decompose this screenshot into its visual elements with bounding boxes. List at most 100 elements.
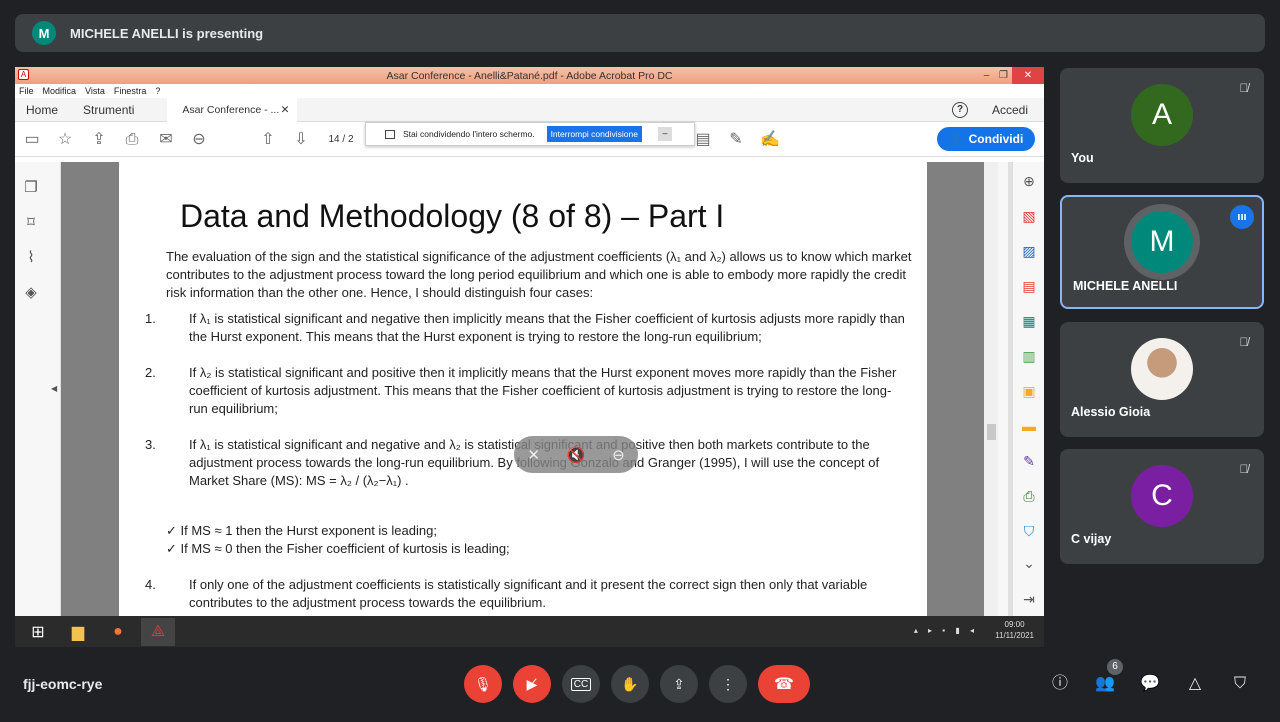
pdf-page: Data and Methodology (8 of 8) – Part I T…: [119, 162, 927, 616]
attachment-icon[interactable]: ⌇: [22, 249, 40, 267]
export-pdf-icon[interactable]: ▨: [1020, 242, 1038, 260]
activities-icon[interactable]: △: [1184, 673, 1206, 695]
case-4: 4. If only one of the adjustment coeffici…: [145, 576, 907, 612]
slide-intro: The evaluation of the sign and the stati…: [166, 249, 912, 300]
chat-icon[interactable]: 💬: [1139, 673, 1161, 695]
share-button[interactable]: 👤 Condividi: [937, 127, 1035, 151]
help-icon[interactable]: ?: [952, 102, 968, 118]
menu-vista[interactable]: Vista: [85, 86, 105, 96]
protect-icon[interactable]: ⛉: [1020, 522, 1038, 540]
menu-help[interactable]: ?: [155, 86, 160, 96]
camera-toggle-button[interactable]: ▶̸: [513, 665, 551, 703]
acrobat-titlebar: A Asar Conference - Anelli&Patané.pdf - …: [15, 67, 1044, 84]
raise-hand-button[interactable]: ✋: [611, 665, 649, 703]
create-pdf-icon[interactable]: ▧: [1020, 207, 1038, 225]
more-tools-icon[interactable]: ⌄: [1020, 554, 1038, 572]
present-button[interactable]: ⇪: [660, 665, 698, 703]
comment-icon[interactable]: ▤: [694, 131, 712, 149]
avatar: C: [1131, 465, 1193, 527]
mic-off-icon: 🎙̸: [1239, 81, 1249, 95]
zoom-icon[interactable]: ⊕: [1020, 172, 1038, 190]
more-options-button[interactable]: ⋮: [709, 665, 747, 703]
tab-close-icon[interactable]: ✕: [281, 104, 290, 116]
expand-icon[interactable]: ⇥: [1020, 590, 1038, 608]
participant-tile-alessio[interactable]: 🎙̸ Alessio Gioia: [1060, 322, 1264, 437]
file-explorer-icon[interactable]: ▆: [61, 618, 95, 646]
print-icon[interactable]: ⎙: [123, 131, 141, 149]
case-1-text: If λ₁ is statistical significant and neg…: [189, 311, 905, 344]
host-controls-icon[interactable]: ⛉: [1229, 673, 1251, 695]
menu-finestra[interactable]: Finestra: [114, 86, 147, 96]
send-icon[interactable]: ▣: [1020, 382, 1038, 400]
page-up-icon[interactable]: ⇧: [259, 131, 277, 149]
mail-icon[interactable]: ✉: [157, 131, 175, 149]
zoom-out-icon[interactable]: ⊖: [190, 131, 208, 149]
avatar: M: [1131, 211, 1193, 273]
check-1: ✓ If MS ≈ 1 then the Hurst exponent is l…: [166, 523, 437, 538]
mute-audio-icon[interactable]: 🔇: [567, 446, 586, 464]
windows-start-icon[interactable]: ⊞: [21, 618, 55, 646]
tab-document[interactable]: Asar Conference - ... ✕: [167, 97, 298, 122]
menu-modifica[interactable]: Modifica: [43, 86, 77, 96]
acrobat-toolbar: ▭ ☆ ⇪ ⎙ ✉ ⊖ ⇧ ⇩ 14 / 2 Stai condividendo…: [15, 122, 1044, 157]
leave-call-button[interactable]: ☎: [758, 665, 810, 703]
scan-icon[interactable]: ▥: [1020, 347, 1038, 365]
stop-sharing-button[interactable]: Interrompi condivisione: [546, 126, 642, 142]
slide-title: Data and Methodology (8 of 8) – Part I: [180, 198, 725, 234]
windows-taskbar: ⊞ ▆ ● ⟁ ▴ ▸ ▪ ▮ ◂ 09:00 11/11/2021: [15, 616, 1044, 647]
right-collapse-strip: [998, 162, 1008, 616]
clock-date: 11/11/2021: [995, 631, 1034, 640]
taskbar-clock: 09:00 11/11/2021: [995, 619, 1034, 641]
case-4-text: If only one of the adjustment coefficien…: [189, 577, 868, 610]
close-icon[interactable]: ✕: [1012, 67, 1044, 84]
pdf-viewport[interactable]: Data and Methodology (8 of 8) – Part I T…: [61, 162, 984, 616]
page-down-icon[interactable]: ⇩: [292, 131, 310, 149]
tab-home[interactable]: Home: [26, 103, 58, 117]
banner-text: Stai condividendo l'intero schermo.: [403, 129, 535, 139]
mute-mic-icon[interactable]: ✕: [527, 446, 540, 464]
minimize-icon[interactable]: –: [978, 67, 995, 84]
captions-button[interactable]: CC: [562, 665, 600, 703]
menu-bar: File Modifica Vista Finestra ?: [15, 84, 1044, 98]
upload-icon[interactable]: ⇪: [90, 131, 108, 149]
firefox-icon[interactable]: ●: [101, 618, 135, 646]
present-icon: ⇪: [673, 675, 685, 692]
print-production-icon[interactable]: ⎙: [1020, 487, 1038, 505]
scroll-thumb[interactable]: [987, 424, 996, 440]
participant-name: C vijay: [1071, 532, 1112, 546]
more-vert-icon: ⋮: [721, 675, 735, 692]
meeting-info-icon[interactable]: ⓘ: [1049, 673, 1071, 695]
check-2: ✓ If MS ≈ 0 then the Fisher coefficient …: [166, 541, 510, 556]
participant-tile-you[interactable]: A 🎙̸ You: [1060, 68, 1264, 183]
participant-tile-cvijay[interactable]: C 🎙̸ C vijay: [1060, 449, 1264, 564]
case-2-number: 2.: [145, 365, 156, 380]
acrobat-taskbar-icon[interactable]: ⟁: [141, 617, 175, 646]
mic-toggle-button[interactable]: 🎙: [464, 665, 502, 703]
captions-icon: CC: [570, 677, 592, 691]
comment-tool-icon[interactable]: ▬: [1020, 417, 1038, 435]
presenter-floating-controls: ✕ 🔇 ⊖: [514, 436, 638, 473]
fill-sign-icon[interactable]: ✎: [1020, 452, 1038, 470]
tab-tools[interactable]: Strumenti: [83, 103, 134, 117]
people-icon[interactable]: 👥: [1094, 673, 1116, 695]
pen-icon[interactable]: ✎: [727, 131, 745, 149]
save-icon[interactable]: ▭: [23, 131, 41, 149]
case-4-number: 4.: [145, 577, 156, 592]
pages-icon[interactable]: ❐: [22, 179, 40, 197]
vertical-scrollbar[interactable]: [984, 162, 998, 616]
participant-tile-michele[interactable]: M ııı MICHELE ANELLI: [1060, 195, 1264, 309]
speaking-icon: ııı: [1230, 205, 1254, 229]
edit-pdf-icon[interactable]: ▦: [1020, 312, 1038, 330]
page-number-input[interactable]: 14 / 2: [326, 131, 356, 149]
sign-icon[interactable]: ✍: [760, 131, 780, 149]
login-link[interactable]: Accedi: [992, 103, 1028, 117]
organize-icon[interactable]: ▤: [1020, 277, 1038, 295]
layers-icon[interactable]: ◈: [22, 284, 40, 302]
collapse-left-icon[interactable]: ◀: [51, 384, 57, 393]
menu-file[interactable]: File: [19, 86, 34, 96]
bookmark-icon[interactable]: ⌑: [22, 214, 40, 232]
restore-icon[interactable]: ❐: [995, 67, 1012, 84]
star-icon[interactable]: ☆: [56, 131, 74, 149]
banner-minimize-icon[interactable]: –: [657, 127, 672, 141]
stop-present-icon[interactable]: ⊖: [612, 446, 625, 464]
